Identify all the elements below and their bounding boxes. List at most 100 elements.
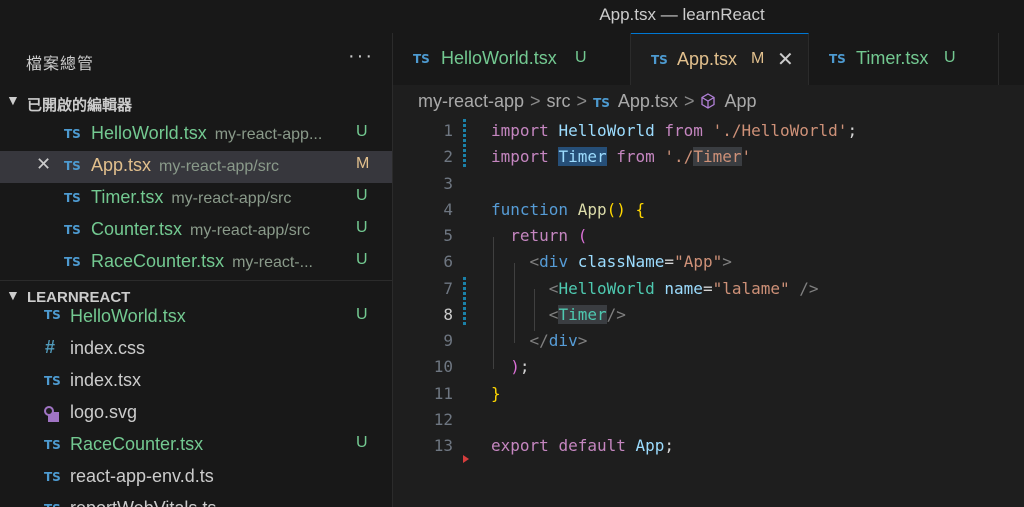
open-editor-path: my-react-... — [232, 254, 313, 271]
code-token: import — [491, 147, 549, 166]
open-editor-item[interactable]: TS Timer.tsx my-react-app/src U — [0, 183, 392, 215]
breadcrumb-symbol[interactable]: App — [724, 91, 756, 111]
open-editor-item[interactable]: TS RaceCounter.tsx my-react-... U — [0, 247, 392, 279]
code-line: <Timer/> — [491, 305, 626, 324]
file-name: reportWebVitals.ts — [70, 498, 216, 507]
component-icon — [700, 91, 716, 111]
code-token: './ — [664, 147, 694, 166]
breadcrumb-folder[interactable]: src — [547, 91, 571, 111]
code-token: "App" — [674, 252, 723, 271]
open-editor-path: my-react-app/src — [159, 158, 280, 175]
window-title: App.tsx — learnReact — [599, 5, 765, 24]
open-editor-name: Timer.tsx — [91, 187, 164, 207]
code-token: < — [548, 305, 559, 324]
git-status-badge: U — [356, 187, 368, 204]
typescript-icon: TS — [413, 52, 430, 66]
line-number: 6 — [443, 252, 453, 271]
file-name: HelloWorld.tsx — [70, 306, 186, 326]
breadcrumb-file[interactable]: App.tsx — [618, 91, 678, 111]
code-token: div — [548, 331, 578, 350]
open-editor-name-wrap: RaceCounter.tsx my-react-... — [91, 251, 313, 272]
tab-helloworld[interactable]: TS HelloWorld.tsx U — [393, 33, 631, 85]
close-icon[interactable]: ✕ — [777, 47, 794, 72]
line-number: 4 — [443, 200, 453, 219]
file-item[interactable]: TS RaceCounter.tsx U — [0, 430, 392, 462]
code-token: /> — [789, 279, 819, 298]
git-status-badge: U — [356, 251, 368, 268]
code-token: < — [548, 279, 559, 298]
close-icon[interactable]: ✕ — [36, 154, 51, 175]
open-editor-item[interactable]: TS Counter.tsx my-react-app/src U — [0, 215, 392, 247]
git-status-badge: U — [356, 306, 368, 323]
git-status-badge: M — [356, 155, 370, 172]
tab-timer[interactable]: TS Timer.tsx U — [809, 33, 999, 85]
code-token: ; — [519, 357, 530, 376]
code-token: </ — [529, 331, 549, 350]
open-editor-name-wrap: App.tsx my-react-app/src — [91, 155, 279, 176]
code-token: () — [606, 200, 626, 219]
open-editor-name: App.tsx — [91, 155, 152, 175]
open-editor-name-wrap: Timer.tsx my-react-app/src — [91, 187, 291, 208]
git-status-badge: U — [356, 123, 368, 140]
code-token: import — [491, 121, 549, 140]
file-name: index.tsx — [70, 370, 142, 390]
line-number: 5 — [443, 226, 453, 245]
code-line: <HelloWorld name="lalame" /> — [491, 279, 819, 298]
code-token-highlighted: Timer — [693, 147, 742, 166]
code-line: function App() { — [491, 200, 645, 219]
typescript-icon: TS — [64, 223, 81, 237]
typescript-icon: TS — [44, 374, 61, 388]
tab-app[interactable]: TS App.tsx M ✕ — [631, 33, 809, 85]
file-name: logo.svg — [70, 402, 138, 422]
code-token: ' — [741, 147, 752, 166]
code-token: ( — [577, 226, 588, 245]
tab-badge: U — [944, 49, 956, 66]
file-name: RaceCounter.tsx — [70, 434, 204, 454]
file-item[interactable]: TS HelloWorld.tsx U — [0, 302, 392, 334]
code-token: > — [577, 331, 588, 350]
code-line: </div> — [491, 331, 588, 350]
code-token: HelloWorld — [558, 279, 655, 298]
line-number-current: 8 — [443, 305, 453, 324]
open-editors-header[interactable]: ▼ 已開啟的編輯器 — [0, 89, 392, 117]
code-line: ); — [491, 357, 530, 376]
more-actions-icon[interactable]: ··· — [348, 45, 374, 68]
file-item[interactable]: TS reportWebVitals.ts — [0, 494, 392, 507]
code-line: export default App; — [491, 436, 674, 455]
typescript-icon: TS — [44, 308, 61, 322]
code-editor[interactable]: 1 2 3 4 5 6 7 8 9 10 11 12 13 import Hel… — [393, 117, 1024, 507]
code-token: function — [491, 200, 569, 219]
section-divider — [0, 280, 392, 281]
code-token-highlighted: Timer — [558, 305, 607, 324]
code-token: from — [664, 121, 703, 140]
line-number: 12 — [433, 410, 453, 429]
code-token: ; — [847, 121, 858, 140]
code-token: HelloWorld — [558, 121, 655, 140]
file-item[interactable]: TS index.tsx — [0, 366, 392, 398]
open-editor-item-active[interactable]: ✕ TS App.tsx my-react-app/src M — [0, 151, 392, 183]
code-token: "lalame" — [712, 279, 790, 298]
open-editor-item[interactable]: TS HelloWorld.tsx my-react-app... U — [0, 119, 392, 151]
line-number: 10 — [433, 357, 453, 376]
code-token: = — [664, 252, 675, 271]
typescript-icon: TS — [64, 255, 81, 269]
tab-bar: TS HelloWorld.tsx U TS App.tsx M ✕ TS Ti… — [393, 33, 1024, 85]
file-item[interactable]: logo.svg — [0, 398, 392, 430]
line-number: 3 — [443, 174, 453, 193]
code-token: export — [491, 436, 549, 455]
file-item[interactable]: TS react-app-env.d.ts — [0, 462, 392, 494]
file-item[interactable]: # index.css — [0, 334, 392, 366]
code-token: App — [635, 436, 665, 455]
open-editor-path: my-react-app... — [214, 126, 323, 143]
line-number: 1 — [443, 121, 453, 140]
code-line: import HelloWorld from './HelloWorld'; — [491, 121, 857, 140]
open-editor-name: Counter.tsx — [91, 219, 183, 239]
code-token: } — [491, 384, 501, 403]
tab-label: Timer.tsx — [856, 48, 929, 68]
code-line: return ( — [491, 226, 587, 245]
title-bar: App.tsx — learnReact — [0, 0, 1024, 33]
breadcrumb-folder[interactable]: my-react-app — [418, 91, 524, 111]
line-number: 7 — [443, 279, 453, 298]
open-editor-name: RaceCounter.tsx — [91, 251, 225, 271]
code-token: name — [664, 279, 703, 298]
